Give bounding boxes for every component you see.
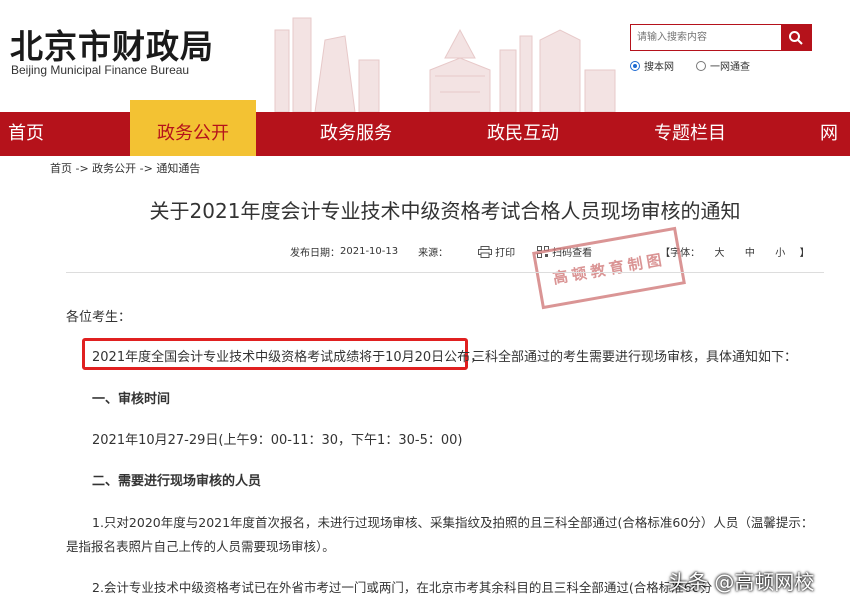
print-button[interactable]: 打印 xyxy=(478,244,515,259)
section-1-heading: 一、审核时间 xyxy=(92,392,171,407)
highlight-rest: 三科全部通过的考生需要进行现场审核，具体通知如下： xyxy=(472,350,798,365)
nav-interaction[interactable]: 政民互动 xyxy=(487,112,559,156)
publish-date: 2021-10-13 xyxy=(340,246,399,257)
watermark-text: 头条 @高顿网校 xyxy=(668,570,815,594)
nav-services[interactable]: 政务服务 xyxy=(320,112,392,156)
publish-label: 发布日期： xyxy=(290,248,340,259)
search-icon xyxy=(789,30,803,45)
scope-site-radio[interactable] xyxy=(630,60,640,71)
nav-home[interactable]: 首页 xyxy=(8,112,44,156)
scope-site-label: 搜本网 xyxy=(644,62,674,73)
printer-icon xyxy=(478,245,493,258)
exam-time: 2021年10月27-29日(上午9：00-11：30，下午1：30-5：00) xyxy=(92,433,463,448)
greeting: 各位考生： xyxy=(66,310,132,325)
search-scope: 搜本网 一网通查 xyxy=(630,58,750,73)
scope-network-radio[interactable] xyxy=(696,60,706,71)
site-logo-subtitle: Beijing Municipal Finance Bureau xyxy=(11,63,190,77)
item-2-line-1: 2.会计专业技术中级资格考试已在外省市考过一门或两门，在北京市考其余科目的且三科… xyxy=(92,580,713,595)
skyline-illustration xyxy=(274,17,616,112)
nav-topics[interactable]: 专题栏目 xyxy=(654,112,726,156)
watermark-stamp: 高顿教育制图 xyxy=(532,226,686,310)
main-nav: 首页 政务公开 政务服务 政民互动 专题栏目 网站 xyxy=(0,100,850,188)
nav-website[interactable]: 网站 xyxy=(820,112,850,188)
section-2-heading: 二、需要进行现场审核的人员 xyxy=(92,474,262,489)
search-button[interactable] xyxy=(781,25,811,50)
font-end: 】 xyxy=(799,248,810,259)
item-1-line-2: 是指报名表照片自己上传的人员需要现场审核）。 xyxy=(66,539,335,554)
site-header: 北京市财政局 Beijing Municipal Finance Bureau … xyxy=(0,0,850,112)
page-title: 关于2021年度会计专业技术中级资格考试合格人员现场审核的通知 xyxy=(149,199,741,223)
font-small-button[interactable]: 小 xyxy=(775,248,785,259)
divider xyxy=(66,272,824,273)
search-box xyxy=(630,24,812,51)
site-logo-title[interactable]: 北京市财政局 xyxy=(10,20,214,68)
breadcrumb[interactable]: 首页 -> 政务公开 -> 通知通告 xyxy=(50,160,200,176)
scope-network-label: 一网通查 xyxy=(710,62,750,73)
item-1-line-1: 1.只对2020年度与2021年度首次报名，未进行过现场审核、采集指纹及拍照的且… xyxy=(92,515,814,530)
font-size-control: 【字体： 大 中 小 】 xyxy=(660,244,810,259)
nav-government-affairs[interactable]: 政务公开 xyxy=(130,100,256,156)
font-large-button[interactable]: 大 xyxy=(715,248,725,259)
font-medium-button[interactable]: 中 xyxy=(745,248,755,259)
highlight-text: 2021年度全国会计专业技术中级资格考试成绩将于10月20日公布， xyxy=(92,350,484,365)
search-input[interactable] xyxy=(631,25,781,50)
print-label: 打印 xyxy=(495,248,516,259)
source-label: 来源： xyxy=(418,248,449,259)
